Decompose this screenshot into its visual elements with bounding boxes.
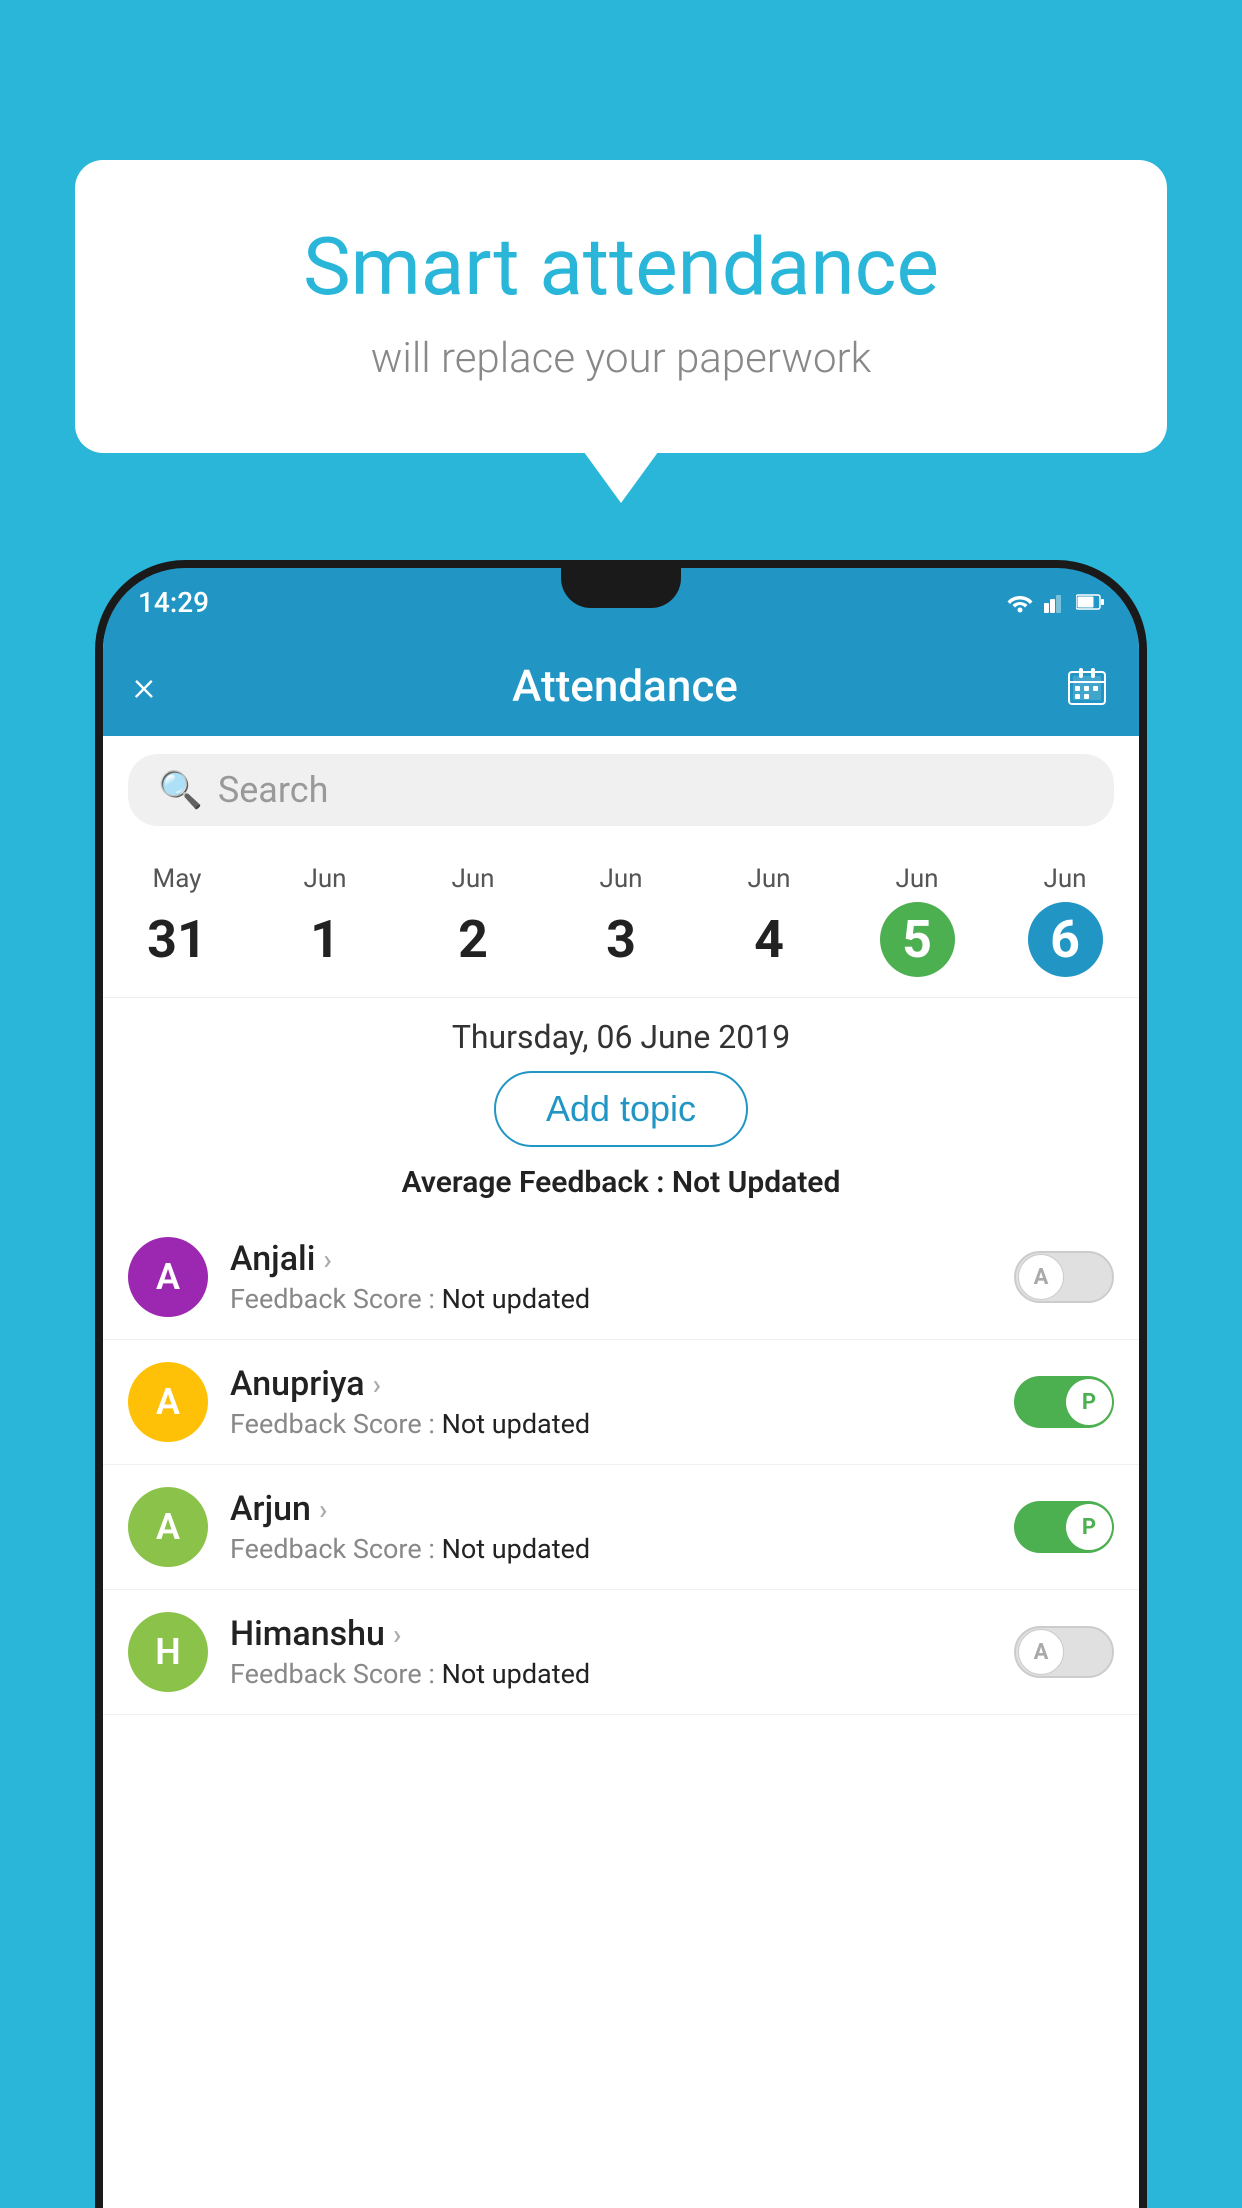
- student-info: Anupriya › Feedback Score : Not updated: [230, 1364, 1014, 1440]
- notch: [561, 568, 681, 608]
- cal-date-num: 4: [732, 902, 807, 977]
- toggle-knob: A: [1018, 1629, 1064, 1675]
- toggle-container[interactable]: P: [1014, 1376, 1114, 1428]
- student-info: Himanshu › Feedback Score : Not updated: [230, 1614, 1014, 1690]
- student-feedback: Feedback Score : Not updated: [230, 1658, 1014, 1690]
- chevron-icon: ›: [373, 1368, 381, 1401]
- add-topic-button[interactable]: Add topic: [494, 1071, 748, 1147]
- cal-day-4[interactable]: Jun 4: [695, 854, 843, 987]
- cal-date-num: 3: [584, 902, 659, 977]
- phone-inner: 14:29: [103, 568, 1139, 2208]
- wifi-icon: [1006, 591, 1034, 613]
- avatar: A: [128, 1237, 208, 1317]
- chevron-icon: ›: [319, 1493, 327, 1526]
- attendance-toggle[interactable]: A: [1014, 1251, 1114, 1303]
- cal-day-1[interactable]: Jun 1: [251, 854, 399, 987]
- cal-day-3[interactable]: Jun 3: [547, 854, 695, 987]
- avatar: H: [128, 1612, 208, 1692]
- search-bar: 🔍 Search: [103, 736, 1139, 844]
- avg-feedback-label: Average Feedback :: [402, 1165, 672, 1200]
- bubble-title: Smart attendance: [125, 220, 1117, 314]
- attendance-toggle[interactable]: A: [1014, 1626, 1114, 1678]
- student-row: A Arjun › Feedback Score : Not updated P: [103, 1465, 1139, 1590]
- cal-month-label: Jun: [848, 864, 986, 894]
- student-name[interactable]: Himanshu ›: [230, 1614, 1014, 1654]
- cal-month-label: Jun: [256, 864, 394, 894]
- calendar-icon[interactable]: [1065, 664, 1109, 708]
- avatar: A: [128, 1487, 208, 1567]
- student-info: Anjali › Feedback Score : Not updated: [230, 1239, 1014, 1315]
- speech-bubble: Smart attendance will replace your paper…: [75, 160, 1167, 453]
- student-name[interactable]: Arjun ›: [230, 1489, 1014, 1529]
- student-list: AAnjali ›Feedback Score : Not updatedAAA…: [103, 1215, 1139, 1715]
- feedback-value: Not updated: [442, 1658, 591, 1690]
- toggle-container[interactable]: P: [1014, 1501, 1114, 1553]
- feedback-value: Not updated: [442, 1283, 591, 1315]
- date-heading: Thursday, 06 June 2019: [103, 998, 1139, 1071]
- app-title: Attendance: [185, 660, 1065, 712]
- cal-date-num: 5: [880, 902, 955, 977]
- student-feedback: Feedback Score : Not updated: [230, 1533, 1014, 1565]
- attendance-toggle[interactable]: P: [1014, 1376, 1114, 1428]
- battery-icon: [1076, 594, 1104, 610]
- student-name[interactable]: Anjali ›: [230, 1239, 1014, 1279]
- chevron-icon: ›: [323, 1243, 331, 1276]
- phone-screen: × Attendance 🔍: [103, 636, 1139, 2208]
- student-feedback: Feedback Score : Not updated: [230, 1283, 1014, 1315]
- status-time: 14:29: [138, 586, 209, 619]
- cal-month-label: Jun: [700, 864, 838, 894]
- signal-icon: [1044, 591, 1066, 613]
- student-feedback: Feedback Score : Not updated: [230, 1408, 1014, 1440]
- attendance-toggle[interactable]: P: [1014, 1501, 1114, 1553]
- cal-day-2[interactable]: Jun 2: [399, 854, 547, 987]
- cal-date-num: 6: [1028, 902, 1103, 977]
- cal-month-label: Jun: [404, 864, 542, 894]
- bubble-subtitle: will replace your paperwork: [125, 334, 1117, 383]
- cal-date-num: 1: [288, 902, 363, 977]
- cal-day-6[interactable]: Jun 6: [991, 854, 1139, 987]
- avg-feedback: Average Feedback : Not Updated: [103, 1165, 1139, 1200]
- feedback-value: Not updated: [442, 1533, 591, 1565]
- cal-month-label: Jun: [996, 864, 1134, 894]
- student-row: H Himanshu › Feedback Score : Not updatedA: [103, 1590, 1139, 1715]
- cal-day-5[interactable]: Jun 5: [843, 854, 991, 987]
- toggle-knob: P: [1066, 1504, 1112, 1550]
- toggle-knob: A: [1018, 1254, 1064, 1300]
- phone-frame: 14:29: [95, 560, 1147, 2208]
- cal-date-num: 2: [436, 902, 511, 977]
- cal-day-0[interactable]: May 31: [103, 854, 251, 987]
- toggle-knob: P: [1066, 1379, 1112, 1425]
- cal-date-num: 31: [140, 902, 215, 977]
- student-name[interactable]: Anupriya ›: [230, 1364, 1014, 1404]
- status-icons: [1006, 591, 1104, 613]
- toggle-container[interactable]: A: [1014, 1251, 1114, 1303]
- search-input[interactable]: 🔍 Search: [128, 754, 1114, 826]
- feedback-value: Not updated: [442, 1408, 591, 1440]
- avatar: A: [128, 1362, 208, 1442]
- student-row: A Anupriya › Feedback Score : Not updated P: [103, 1340, 1139, 1465]
- search-icon: 🔍: [158, 769, 203, 811]
- avg-feedback-value: Not Updated: [672, 1165, 840, 1200]
- cal-month-label: May: [108, 864, 246, 894]
- close-button[interactable]: ×: [133, 662, 155, 711]
- app-bar: × Attendance: [103, 636, 1139, 736]
- cal-month-label: Jun: [552, 864, 690, 894]
- search-placeholder: Search: [218, 769, 329, 811]
- student-row: AAnjali ›Feedback Score : Not updatedA: [103, 1215, 1139, 1340]
- student-info: Arjun › Feedback Score : Not updated: [230, 1489, 1014, 1565]
- calendar-strip[interactable]: May 31 Jun 1 Jun 2 Jun 3 Jun 4 Jun 5 Jun 6: [103, 844, 1139, 998]
- toggle-container[interactable]: A: [1014, 1626, 1114, 1678]
- chevron-icon: ›: [393, 1618, 401, 1651]
